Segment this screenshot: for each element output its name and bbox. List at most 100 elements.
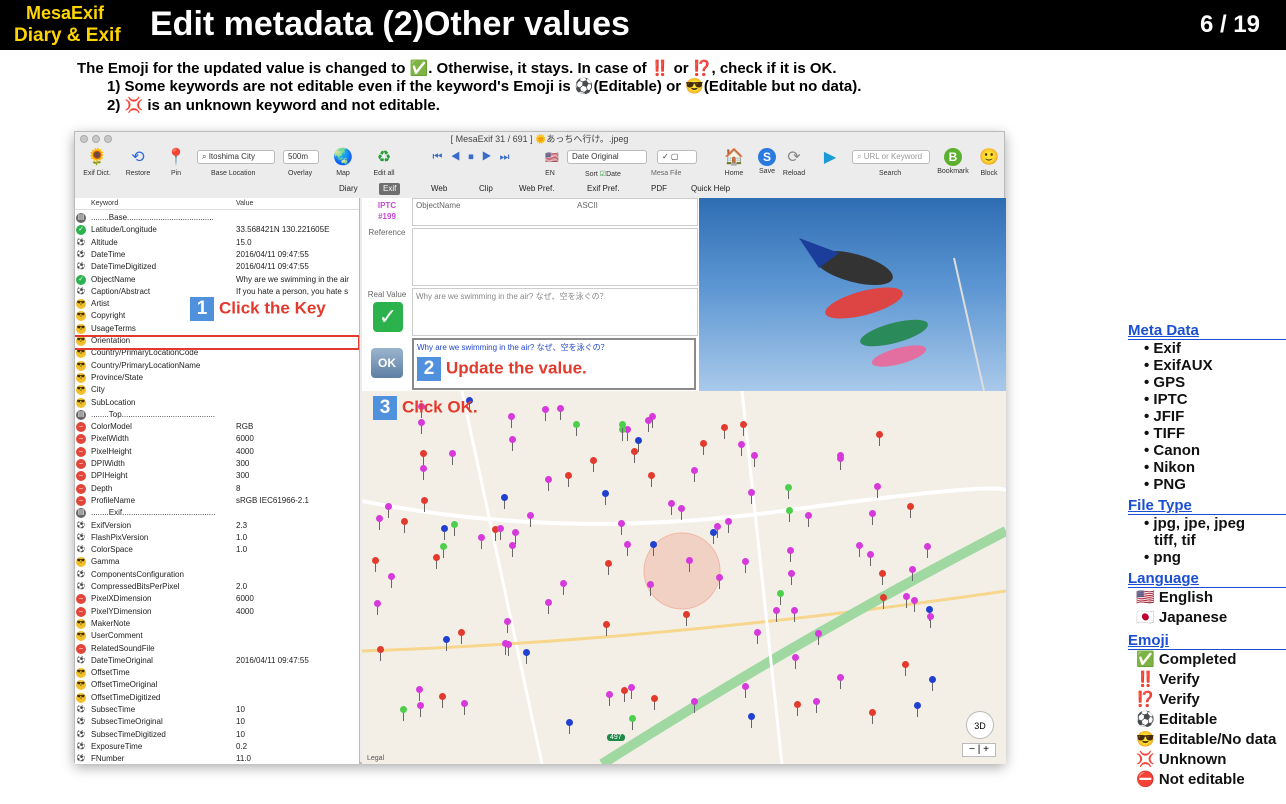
table-row[interactable]: 😎 UsageTerms — [75, 323, 359, 335]
map-pin-icon[interactable] — [448, 450, 456, 458]
ok-button[interactable]: OK — [371, 348, 403, 378]
map-pin-icon[interactable] — [419, 449, 427, 457]
table-row[interactable]: ✓ Latitude/Longitude 33.568421N 130.221605… — [75, 224, 359, 236]
map-pin-icon[interactable] — [544, 476, 552, 484]
map-pin-icon[interactable] — [929, 675, 937, 683]
tab-exif[interactable]: Exif — [379, 183, 401, 195]
map-pin-icon[interactable] — [876, 430, 884, 438]
close-window-button[interactable] — [80, 135, 88, 143]
map-pin-icon[interactable] — [375, 514, 383, 522]
table-row[interactable]: – PixelXDimension 6000 — [75, 593, 359, 605]
tab-exif-pref[interactable]: Exif Pref. — [583, 183, 623, 195]
prev-icon[interactable]: ◀ — [450, 151, 468, 163]
search-input[interactable]: ⌕ URL or Keyword — [852, 150, 930, 164]
map-pin-icon[interactable] — [618, 420, 626, 428]
map-pin-icon[interactable] — [604, 560, 612, 568]
map-pin-icon[interactable] — [376, 645, 384, 653]
table-row[interactable]: ✓ ObjectName Why are we swimming in the ai… — [75, 274, 359, 286]
map-pin-icon[interactable] — [836, 454, 844, 462]
table-row[interactable]: – PixelWidth 6000 — [75, 433, 359, 445]
map-pin-icon[interactable] — [903, 592, 911, 600]
table-row[interactable]: ⚽ SubsecTime 10 — [75, 704, 359, 716]
table-row[interactable]: – Depth 8 — [75, 483, 359, 495]
map-pin-icon[interactable] — [634, 437, 642, 445]
map-pin-icon[interactable] — [868, 708, 876, 716]
last-icon[interactable]: ⏭ — [500, 151, 518, 163]
next-icon[interactable]: ▶ — [482, 151, 500, 163]
tab-web[interactable]: Web — [427, 183, 451, 195]
map-pin-icon[interactable] — [512, 528, 520, 536]
table-row[interactable]: – RelatedSoundFile — [75, 643, 359, 655]
map-pin-icon[interactable] — [790, 607, 798, 615]
col-value[interactable]: Value — [236, 200, 253, 207]
map-button[interactable]: 🌏 Map — [331, 148, 355, 177]
table-row[interactable]: ⚽ CompressedBitsPerPixel 2.0 — [75, 581, 359, 593]
stop-icon[interactable]: ⏹ — [468, 151, 482, 163]
map-pin-icon[interactable] — [787, 546, 795, 554]
map-pin-icon[interactable] — [589, 456, 597, 464]
map-pin-icon[interactable] — [451, 520, 459, 528]
table-row[interactable]: 😎 UserComment — [75, 630, 359, 642]
map-pin-icon[interactable] — [751, 451, 759, 459]
map-pin-icon[interactable] — [923, 543, 931, 551]
map-pin-icon[interactable] — [926, 605, 934, 613]
map-pin-icon[interactable] — [605, 691, 613, 699]
map-pin-icon[interactable] — [741, 682, 749, 690]
home-button[interactable]: 🏠 Home — [721, 148, 747, 177]
map-pin-icon[interactable] — [559, 579, 567, 587]
table-row[interactable]: – DPIWidth 300 — [75, 458, 359, 470]
table-row[interactable]: 😎 OffsetTimeOriginal — [75, 679, 359, 691]
exif-dict-button[interactable]: 🌻 Exif Dict. — [81, 148, 113, 177]
table-row[interactable]: ▤ ........Exif...........................… — [75, 507, 359, 519]
table-row[interactable]: ⚽ DateTime 2016/04/11 09:47:55 — [75, 249, 359, 261]
map-pin-icon[interactable] — [880, 593, 888, 601]
map-pin-icon[interactable] — [812, 697, 820, 705]
tab-pdf[interactable]: PDF — [647, 183, 671, 195]
table-row[interactable]: ⚽ Altitude 15.0 — [75, 237, 359, 249]
map-pin-icon[interactable] — [855, 541, 863, 549]
table-row[interactable]: ⚽ ExposureTime 0.2 — [75, 741, 359, 753]
map-pin-icon[interactable] — [685, 556, 693, 564]
map-3d-button[interactable]: 3D — [966, 711, 994, 739]
reload-button[interactable]: ⟳ Reload — [781, 148, 807, 177]
map-pin-icon[interactable] — [627, 683, 635, 691]
map-pin-icon[interactable] — [439, 542, 447, 550]
table-row[interactable]: 😎 OffsetTimeDigitized — [75, 692, 359, 704]
map-pin-icon[interactable] — [433, 553, 441, 561]
tab-quick-help[interactable]: Quick Help — [687, 183, 734, 195]
map-pin-icon[interactable] — [682, 611, 690, 619]
overlay-select[interactable]: 500m — [283, 150, 319, 164]
table-row[interactable]: ⚽ SubsecTimeOriginal 10 — [75, 716, 359, 728]
map-pin-icon[interactable] — [400, 517, 408, 525]
tab-web-pref[interactable]: Web Pref. — [515, 183, 558, 195]
map-pin-icon[interactable] — [400, 705, 408, 713]
table-row[interactable]: 😎 OffsetTime — [75, 667, 359, 679]
zoom-in-button[interactable]: + — [983, 744, 989, 755]
map-pin-icon[interactable] — [737, 440, 745, 448]
table-row[interactable]: – PixelYDimension 4000 — [75, 606, 359, 618]
mesa-file-select[interactable]: ✓ ▢ — [657, 150, 697, 164]
map-pin-icon[interactable] — [439, 692, 447, 700]
map-pin-icon[interactable] — [503, 617, 511, 625]
table-row[interactable]: – ColorModel RGB — [75, 421, 359, 433]
table-row[interactable]: ▤ ........Base...........................… — [75, 212, 359, 224]
first-icon[interactable]: ⏮ — [433, 151, 451, 163]
table-row[interactable]: ⚽ SubsecTimeDigitized 10 — [75, 729, 359, 741]
map-pin-icon[interactable] — [713, 522, 721, 530]
map-pin-icon[interactable] — [699, 439, 707, 447]
table-row[interactable]: 😎 Province/State — [75, 372, 359, 384]
table-row[interactable]: – PixelHeight 4000 — [75, 446, 359, 458]
table-row[interactable]: ⚽ ExifVersion 2.3 — [75, 520, 359, 532]
map-pin-icon[interactable] — [602, 620, 610, 628]
pin-button[interactable]: 📍 Pin — [165, 148, 187, 177]
map-legal-link[interactable]: Legal — [367, 755, 384, 762]
table-row[interactable]: – DPIHeight 300 — [75, 470, 359, 482]
restore-button[interactable]: ⟲ Restore — [123, 148, 153, 177]
map-pin-icon[interactable] — [416, 701, 424, 709]
base-location-field[interactable]: ⌕ Itoshima City — [197, 150, 275, 164]
save-button[interactable]: S Save — [757, 148, 777, 175]
tab-diary[interactable]: Diary — [335, 183, 362, 195]
table-row[interactable]: ⚽ DateTimeOriginal 2016/04/11 09:47:55 — [75, 655, 359, 667]
run-button[interactable]: ▶ — [819, 148, 839, 168]
bookmark-button[interactable]: B Bookmark — [935, 148, 971, 175]
